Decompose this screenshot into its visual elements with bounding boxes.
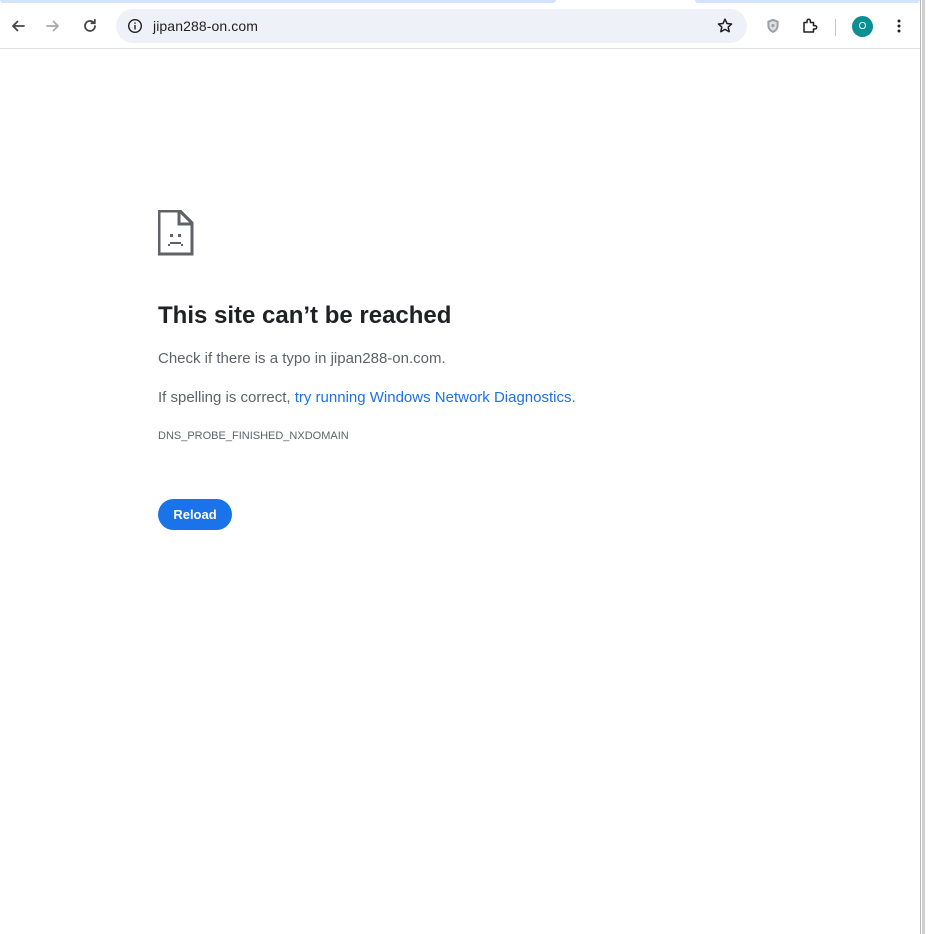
puzzle-icon [803,18,818,33]
arrow-right-icon [46,20,59,32]
diagnostics-message: If spelling is correct, try running Wind… [158,389,576,406]
arrow-left-icon [12,20,25,32]
window-edge [920,0,928,934]
back-button[interactable] [1,9,35,43]
profile-avatar[interactable]: O [852,16,873,37]
error-code: DNS_PROBE_FINISHED_NXDOMAIN [158,430,349,442]
browser-toolbar: jipan288-on.com O [0,3,920,49]
url-text[interactable]: jipan288-on.com [153,18,258,34]
reload-toolbar-button[interactable] [73,9,107,43]
browser-menu-button[interactable] [882,9,916,43]
kebab-menu-icon [897,19,901,33]
error-title: This site can’t be reached [158,302,452,329]
bookmark-button[interactable] [713,14,737,38]
refresh-icon [84,18,96,32]
star-icon [717,18,733,33]
shield-icon [767,18,779,33]
network-diagnostics-link[interactable]: try running Windows Network Diagnostics [295,389,572,406]
shield-extension-button[interactable] [756,9,790,43]
browser-window: jipan288-on.com O This site can’t be rea… [0,0,922,934]
extensions-button[interactable] [793,9,827,43]
diagnostics-prefix: If spelling is correct, [158,389,295,406]
sad-document-icon [158,210,194,256]
info-circle-icon [127,18,143,34]
avatar-initial: O [858,21,867,32]
forward-button[interactable] [36,9,70,43]
toolbar-divider [835,19,836,36]
reload-button[interactable]: Reload [158,499,232,530]
diagnostics-suffix: . [571,389,576,406]
address-bar[interactable]: jipan288-on.com [116,9,747,43]
typo-message: Check if there is a typo in jipan288-on.… [158,350,446,367]
site-info-button[interactable] [122,13,148,39]
